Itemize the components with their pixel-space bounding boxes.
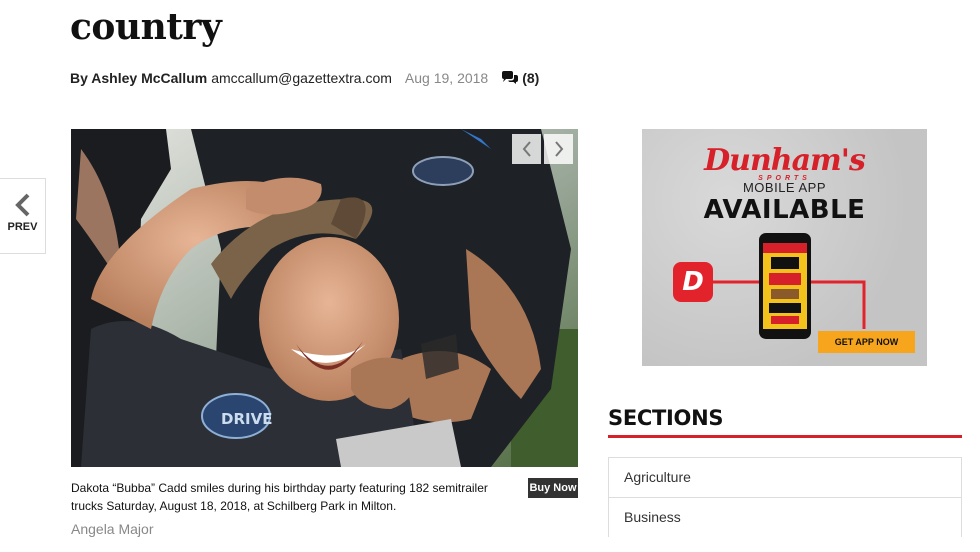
section-item-business[interactable]: Business xyxy=(608,497,962,537)
chevron-right-icon xyxy=(554,141,563,157)
author-name[interactable]: By Ashley McCallum xyxy=(70,70,207,86)
ad-d-logo-icon: D xyxy=(673,262,713,302)
ad-phone-icon xyxy=(759,233,811,339)
comment-count: (8) xyxy=(522,70,540,86)
sections-divider xyxy=(608,435,962,438)
photo-credit: Angela Major xyxy=(71,521,154,537)
photo-image: DRIVE xyxy=(71,129,578,467)
comments-icon xyxy=(502,71,519,84)
shirt-patch-text: DRIVE xyxy=(221,410,272,428)
prev-label: PREV xyxy=(7,221,38,233)
advertisement-banner[interactable]: Dunham's SPORTS MOBILE APP AVAILABLE D G… xyxy=(642,129,927,366)
article-photo[interactable]: DRIVE xyxy=(71,129,578,467)
ad-get-app-button[interactable]: GET APP NOW xyxy=(818,331,915,353)
section-item-agriculture[interactable]: Agriculture xyxy=(608,457,962,497)
publish-date: Aug 19, 2018 xyxy=(404,70,489,86)
byline: By Ashley McCallum amccallum@gazettextra… xyxy=(70,70,539,86)
gallery-prev-button[interactable]: PREV xyxy=(0,178,46,254)
carousel-next-button[interactable] xyxy=(544,134,573,164)
buy-now-button[interactable]: Buy Now xyxy=(528,478,578,498)
article-title: country xyxy=(70,6,222,48)
chevron-left-icon xyxy=(522,141,531,157)
photo-caption: Dakota “Bubba” Cadd smiles during his bi… xyxy=(71,481,488,513)
chevron-left-icon xyxy=(14,193,29,217)
carousel-prev-button[interactable] xyxy=(512,134,541,164)
author-email[interactable]: amccallum@gazettextra.com xyxy=(211,70,392,86)
sections-heading: SECTIONS xyxy=(608,406,724,430)
sections-list: Agriculture Business xyxy=(608,457,962,537)
comments-link[interactable]: (8) xyxy=(501,70,539,86)
